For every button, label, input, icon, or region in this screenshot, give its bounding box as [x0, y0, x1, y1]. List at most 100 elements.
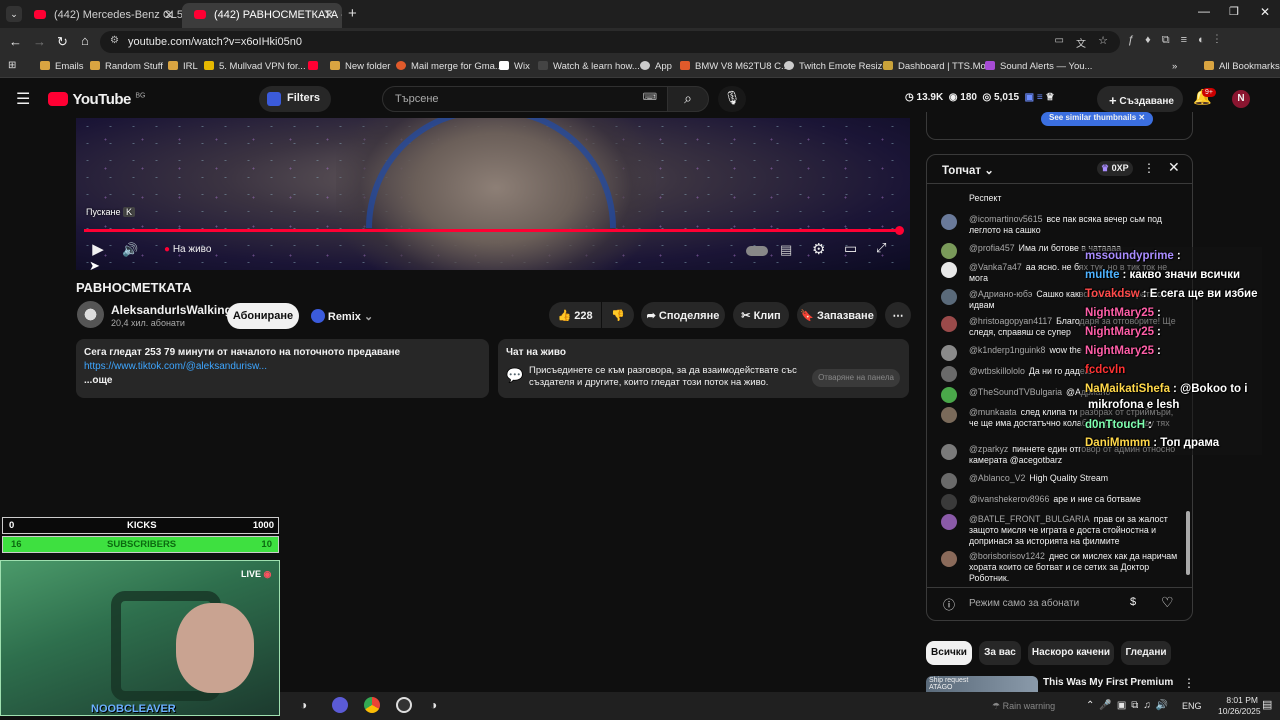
show-more[interactable]: ...още — [84, 375, 481, 386]
youtube-logo[interactable]: YouTube BG — [48, 91, 145, 109]
notifications-center-icon[interactable]: ▤ — [1262, 698, 1272, 711]
settings-icon[interactable]: ⚙ — [812, 240, 825, 258]
progress-track[interactable] — [84, 226, 904, 235]
chat-header[interactable]: Топчат ⌄ — [942, 163, 994, 177]
tab-mercedes[interactable]: (442) Mercedes-Benz CL500 4m ✕ — [22, 3, 182, 28]
language-indicator[interactable]: ENG — [1182, 701, 1202, 711]
close-window-icon[interactable]: ✕ — [1260, 5, 1270, 19]
fullscreen-icon[interactable]: ⤢ — [876, 240, 886, 256]
tab-active[interactable]: (442) РАВНОСМЕТКАТА - Y ✕ — [182, 3, 342, 28]
bookmark-wix[interactable]: Wix — [499, 61, 530, 72]
bookmark-bmw[interactable]: BMW V8 M62TU8 C... — [680, 61, 789, 72]
recommendation-title[interactable]: This Was My First Premium — [1043, 677, 1173, 688]
super-chat-icon[interactable]: $ — [1130, 596, 1136, 608]
share-button[interactable]: ➦ Споделяне — [641, 302, 725, 328]
new-tab-icon[interactable]: + — [348, 5, 357, 22]
restore-icon[interactable]: ❐ — [1229, 5, 1239, 18]
all-bookmarks[interactable]: All Bookmarks — [1204, 61, 1280, 72]
notification-badge: 9+ — [1202, 88, 1216, 97]
taskbar-app-icon[interactable]: ◑ — [300, 698, 307, 712]
captions-icon[interactable]: ▤ — [780, 242, 792, 258]
bookmark-sound-alerts[interactable]: Sound Alerts — You... — [985, 61, 1092, 72]
chat-scrollbar[interactable] — [1186, 511, 1190, 575]
youtube-logo-icon — [48, 92, 68, 106]
chip-watched[interactable]: Гледани — [1121, 641, 1171, 665]
chip-all[interactable]: Всички — [926, 641, 972, 665]
minimize-icon[interactable]: — — [1198, 4, 1210, 18]
bookmark-star-icon[interactable]: ☆ — [1098, 34, 1108, 47]
avatar[interactable]: N — [1232, 90, 1250, 108]
remix-button[interactable]: Remix ⌄ — [307, 302, 377, 328]
bookmark-app[interactable]: App — [640, 61, 672, 72]
bookmark-twitch[interactable]: Twitch Emote Resizer — [784, 61, 891, 72]
site-info-icon[interactable]: ⚙ — [110, 35, 119, 46]
more-bookmarks-icon[interactable]: » — [1172, 61, 1177, 72]
progress-scrubber[interactable] — [895, 226, 904, 235]
theater-mode-icon[interactable]: ▭ — [844, 240, 857, 257]
points-badge[interactable]: ♛ 0XP — [1097, 161, 1133, 176]
taskbar-obs-icon[interactable] — [396, 697, 412, 713]
cast-icon[interactable]: ▭ — [1055, 35, 1064, 46]
create-button[interactable]: + Създаване — [1097, 86, 1183, 112]
bookmark-mail-merge[interactable]: Mail merge for Gma... — [396, 61, 503, 72]
chip-recently-uploaded[interactable]: Наскоро качени — [1028, 641, 1114, 665]
bookmark-watch-learn[interactable]: Watch & learn how... — [538, 61, 640, 72]
clock-icon: ◷ — [905, 92, 914, 103]
taskbar-app-icon[interactable] — [332, 697, 348, 713]
back-icon[interactable]: ← — [9, 34, 22, 49]
info-icon[interactable]: ⓘ — [943, 596, 955, 613]
volume-icon[interactable]: 🔊 — [122, 242, 138, 258]
search-button[interactable]: ⌕ — [667, 86, 709, 112]
description-box[interactable]: Сега гледат 253 79 минути от началото на… — [76, 339, 489, 398]
keyboard-icon[interactable]: ⌨ — [643, 92, 657, 103]
channel-name[interactable]: AleksandurIsWalking — [111, 303, 232, 317]
like-button[interactable]: 👍 228 — [549, 302, 601, 328]
clock[interactable]: 8:01 PM 10/26/2025 — [1218, 695, 1261, 717]
autoplay-toggle[interactable] — [746, 246, 768, 256]
subscribe-button[interactable]: Абониране — [227, 303, 299, 329]
taskbar-chrome-icon[interactable] — [364, 697, 380, 713]
video-player[interactable]: Пускане K ▶ 🔊 ● На живо ▤ ⚙ ▭ ⤢ — [76, 118, 910, 270]
bookmark-youtube[interactable] — [308, 61, 323, 72]
clip-button[interactable]: ✂ Клип — [733, 302, 789, 328]
search-input[interactable]: Търсене ⌨ — [382, 86, 668, 112]
taskbar-app-icon[interactable]: ◑ — [430, 698, 437, 712]
more-actions-button[interactable]: ⋯ — [885, 302, 911, 328]
url-input[interactable]: ⚙ youtube.com/watch?v=x6oIHki05n0 ▭ 文 ☆ — [100, 31, 1120, 53]
see-similar-thumbnails-button[interactable]: See similar thumbnails ✕ — [1041, 112, 1154, 126]
reload-icon[interactable]: ↻ — [57, 34, 68, 50]
apps-icon[interactable]: ⊞ — [8, 60, 16, 71]
close-tab-icon[interactable]: ✕ — [324, 8, 334, 22]
bookmark-random[interactable]: Random Stuff — [90, 61, 163, 72]
menu-icon[interactable]: ☰ — [16, 89, 30, 109]
tab-search-icon[interactable]: ⌄ — [6, 6, 22, 22]
translate-icon[interactable]: 文 — [1076, 35, 1086, 50]
chip-for-you[interactable]: За вас — [979, 641, 1021, 665]
streamer-head — [176, 603, 254, 693]
bookmark-irl[interactable]: IRL — [168, 61, 198, 72]
bookmark-dashboard[interactable]: Dashboard | TTS.Mo... — [883, 61, 994, 72]
forward-icon[interactable]: → — [33, 34, 46, 49]
filters-button[interactable]: Filters — [259, 86, 331, 112]
bookmark-mullvad[interactable]: 5. Mullvad VPN for... — [204, 61, 306, 72]
bookmark-new-folder[interactable]: New folder — [330, 61, 390, 72]
heart-icon[interactable]: ♡ — [1161, 594, 1174, 611]
extension-icons[interactable]: ƒ♦⧉≡◐⋮ — [1128, 34, 1229, 47]
save-button[interactable]: 🔖 Запазване — [797, 302, 877, 328]
voice-search-button[interactable]: 🎙 — [718, 86, 746, 112]
dislike-button[interactable]: 👎 — [602, 302, 634, 328]
weather[interactable]: ☂ Rain warning — [992, 701, 1055, 712]
description-link[interactable]: https://www.tiktok.com/@aleksandurisw... — [84, 361, 481, 372]
recommendation-menu-icon[interactable]: ⋮ — [1183, 676, 1195, 690]
open-panel-button[interactable]: Отваряне на панела — [812, 369, 900, 387]
recommendation-thumbnail[interactable]: Ship request ATAGO — [926, 676, 1038, 692]
home-icon[interactable]: ⌂ — [81, 33, 89, 48]
tray-icons[interactable]: ⌃🎤▣⧉♫🔊 — [1086, 700, 1173, 711]
chat-input[interactable]: Режим само за абонати — [969, 598, 1079, 609]
chat-close-icon[interactable]: ✕ — [1168, 159, 1180, 176]
chat-menu-icon[interactable]: ⋮ — [1143, 161, 1155, 175]
close-tab-icon[interactable]: ✕ — [164, 8, 174, 22]
channel-avatar[interactable] — [77, 301, 104, 328]
bookmark-emails[interactable]: Emails — [40, 61, 84, 72]
live-indicator[interactable]: ● На живо — [164, 244, 211, 255]
